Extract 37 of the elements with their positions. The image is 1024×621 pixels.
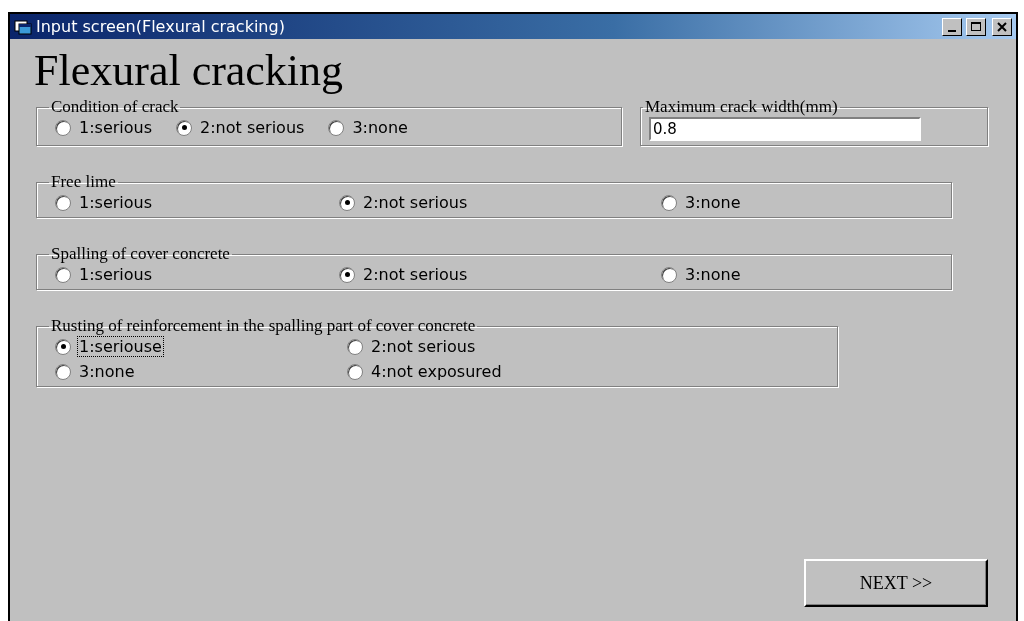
option-label[interactable]: 2:not serious (369, 336, 478, 357)
option-label[interactable]: 1:serious (77, 117, 155, 138)
radio-button[interactable] (661, 194, 677, 211)
option-label[interactable]: 2:not serious (198, 117, 307, 138)
crack-width-field[interactable]: 0.8 (649, 117, 921, 141)
radio-button[interactable] (55, 194, 71, 211)
option-label[interactable]: 3:none (683, 192, 743, 213)
option-label[interactable]: 3:none (683, 264, 743, 285)
page-heading: Flexural cracking (34, 45, 345, 97)
maximize-button[interactable] (966, 17, 986, 36)
radio-button[interactable] (176, 119, 193, 136)
group-label: Spalling of cover concrete (50, 244, 231, 264)
close-icon (997, 21, 1007, 32)
option-label[interactable]: 1:seriouse (77, 336, 164, 357)
next-button[interactable]: NEXT >> (804, 559, 988, 607)
app-icon (14, 18, 32, 35)
group-label: Maximum crack width(mm) (644, 97, 839, 117)
radio-button[interactable] (55, 338, 71, 355)
option-label[interactable]: 2:not serious (361, 192, 470, 213)
radio-button[interactable] (661, 266, 677, 283)
option-label[interactable]: 3:none (77, 361, 137, 382)
minimize-icon (948, 29, 956, 32)
maximize-icon (970, 21, 982, 32)
option-label[interactable]: 4:not exposured (369, 361, 504, 382)
close-button[interactable] (992, 17, 1012, 36)
group-label: Condition of crack (50, 97, 180, 117)
option-label[interactable]: 3:none (350, 117, 410, 138)
radio-button[interactable] (347, 338, 363, 355)
radio-button[interactable] (339, 194, 355, 211)
window-title: Input screen(Flexural cracking) (36, 17, 286, 36)
minimize-button[interactable] (942, 17, 962, 36)
option-label[interactable]: 1:serious (77, 192, 155, 213)
group-label: Rusting of reinforcement in the spalling part of cover concrete (50, 316, 477, 336)
option-label[interactable]: 2:not serious (361, 264, 470, 285)
radio-button[interactable] (55, 266, 71, 283)
option-label[interactable]: 1:serious (77, 264, 155, 285)
group-label: Free lime (50, 172, 117, 192)
